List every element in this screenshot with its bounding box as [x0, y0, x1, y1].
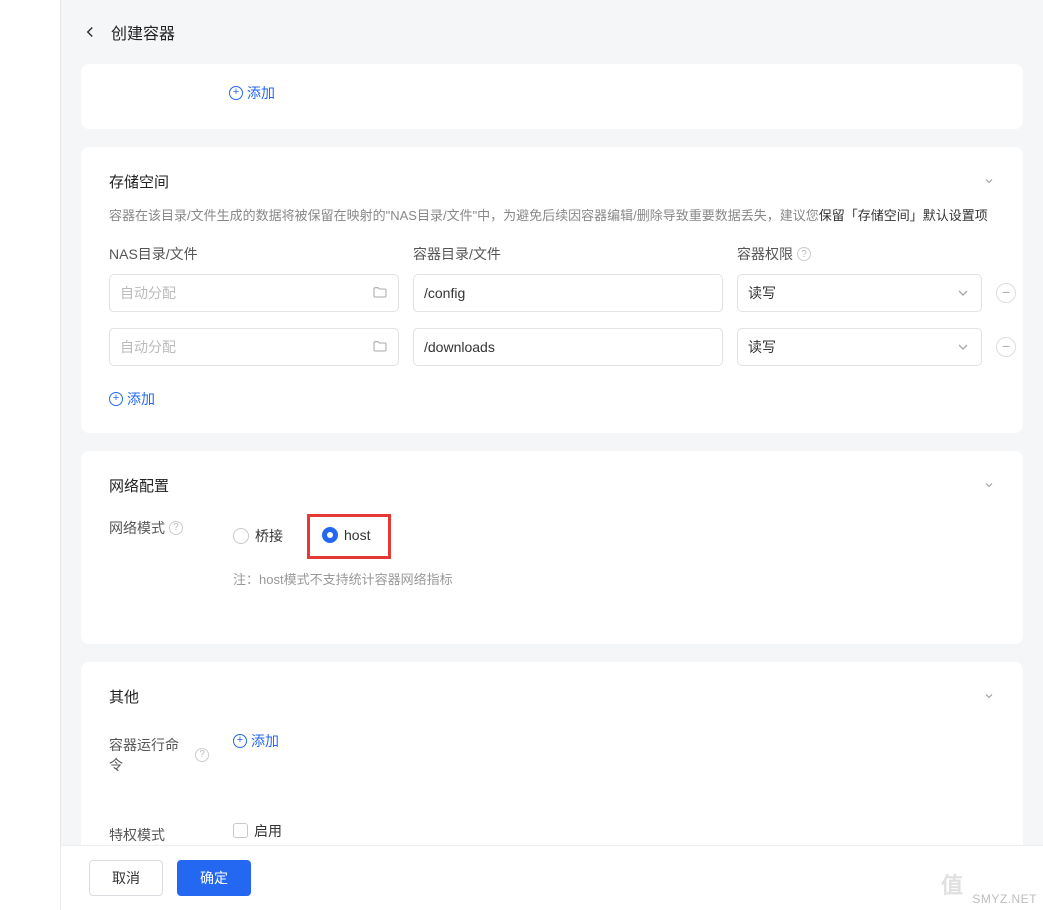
cancel-button[interactable]: 取消 — [89, 860, 163, 896]
storage-grid: NAS目录/文件 容器目录/文件 容器权限 自动分配 /config — [109, 244, 995, 366]
other-title: 其他 — [109, 686, 139, 707]
radio-bridge[interactable]: 桥接 — [233, 526, 283, 546]
help-icon[interactable] — [797, 247, 811, 261]
plus-icon — [229, 86, 243, 100]
page-header: 创建容器 — [61, 0, 1043, 64]
card-top: 添加 — [81, 64, 1023, 129]
nas-path-input-1[interactable]: 自动分配 — [109, 328, 399, 366]
highlight-box: host — [307, 514, 391, 559]
col-nas: NAS目录/文件 — [109, 244, 399, 264]
folder-icon — [372, 285, 388, 301]
run-cmd-row: 容器运行命令 添加 — [109, 731, 995, 775]
remove-row-button-0[interactable] — [996, 283, 1016, 303]
content: 添加 存储空间 容器在该目录/文件生成的数据将被保留在映射的"NAS目录/文件"… — [61, 64, 1043, 910]
network-mode-row: 网络模式 桥接 host — [109, 514, 995, 588]
run-cmd-label: 容器运行命令 — [109, 731, 209, 775]
sidebar-placeholder — [0, 0, 60, 910]
network-section-head[interactable]: 网络配置 — [109, 475, 995, 496]
nas-path-input-0[interactable]: 自动分配 — [109, 274, 399, 312]
main-area: 创建容器 添加 存储空间 容器在该目录/文件生成的数据将被保留在映射的"NAS目… — [61, 0, 1043, 910]
help-icon[interactable] — [169, 521, 183, 535]
col-perm: 容器权限 — [737, 244, 982, 264]
network-title: 网络配置 — [109, 475, 169, 496]
folder-icon — [372, 339, 388, 355]
container-path-input-0[interactable]: /config — [413, 274, 723, 312]
perm-select-1[interactable]: 读写 — [737, 328, 982, 366]
confirm-button[interactable]: 确定 — [177, 860, 251, 896]
plus-icon — [109, 392, 123, 406]
container-path-input-1[interactable]: /downloads — [413, 328, 723, 366]
add-label: 添加 — [127, 389, 155, 409]
chevron-down-icon — [955, 339, 971, 355]
card-network: 网络配置 网络模式 桥接 — [81, 451, 1023, 644]
network-note: 注：host模式不支持统计容器网络指标 — [233, 569, 995, 588]
chevron-down-icon — [955, 285, 971, 301]
storage-desc: 容器在该目录/文件生成的数据将被保留在映射的"NAS目录/文件"中，为避免后续因… — [109, 206, 995, 227]
add-run-cmd-button[interactable]: 添加 — [233, 731, 279, 751]
footer: 取消 确定 — [61, 845, 1043, 910]
card-storage: 存储空间 容器在该目录/文件生成的数据将被保留在映射的"NAS目录/文件"中，为… — [81, 147, 1023, 433]
add-button-top[interactable]: 添加 — [229, 83, 275, 103]
storage-title: 存储空间 — [109, 171, 169, 192]
remove-row-button-1[interactable] — [996, 337, 1016, 357]
perm-select-0[interactable]: 读写 — [737, 274, 982, 312]
priv-enable-checkbox[interactable]: 启用 — [233, 821, 282, 841]
add-storage-button[interactable]: 添加 — [109, 389, 155, 409]
chevron-down-icon — [983, 175, 995, 187]
page-title: 创建容器 — [111, 20, 175, 44]
network-mode-radios: 桥接 host — [233, 514, 995, 559]
chevron-down-icon — [983, 690, 995, 702]
other-section-head[interactable]: 其他 — [109, 686, 995, 707]
chevron-down-icon — [983, 479, 995, 491]
network-mode-label: 网络模式 — [109, 514, 209, 538]
priv-mode-label: 特权模式 — [109, 821, 209, 845]
storage-section-head[interactable]: 存储空间 — [109, 171, 995, 192]
radio-host[interactable]: host — [322, 527, 370, 543]
help-icon[interactable] — [195, 748, 209, 762]
back-icon[interactable] — [81, 23, 99, 41]
add-label: 添加 — [247, 83, 275, 103]
plus-icon — [233, 734, 247, 748]
col-container: 容器目录/文件 — [413, 244, 723, 264]
